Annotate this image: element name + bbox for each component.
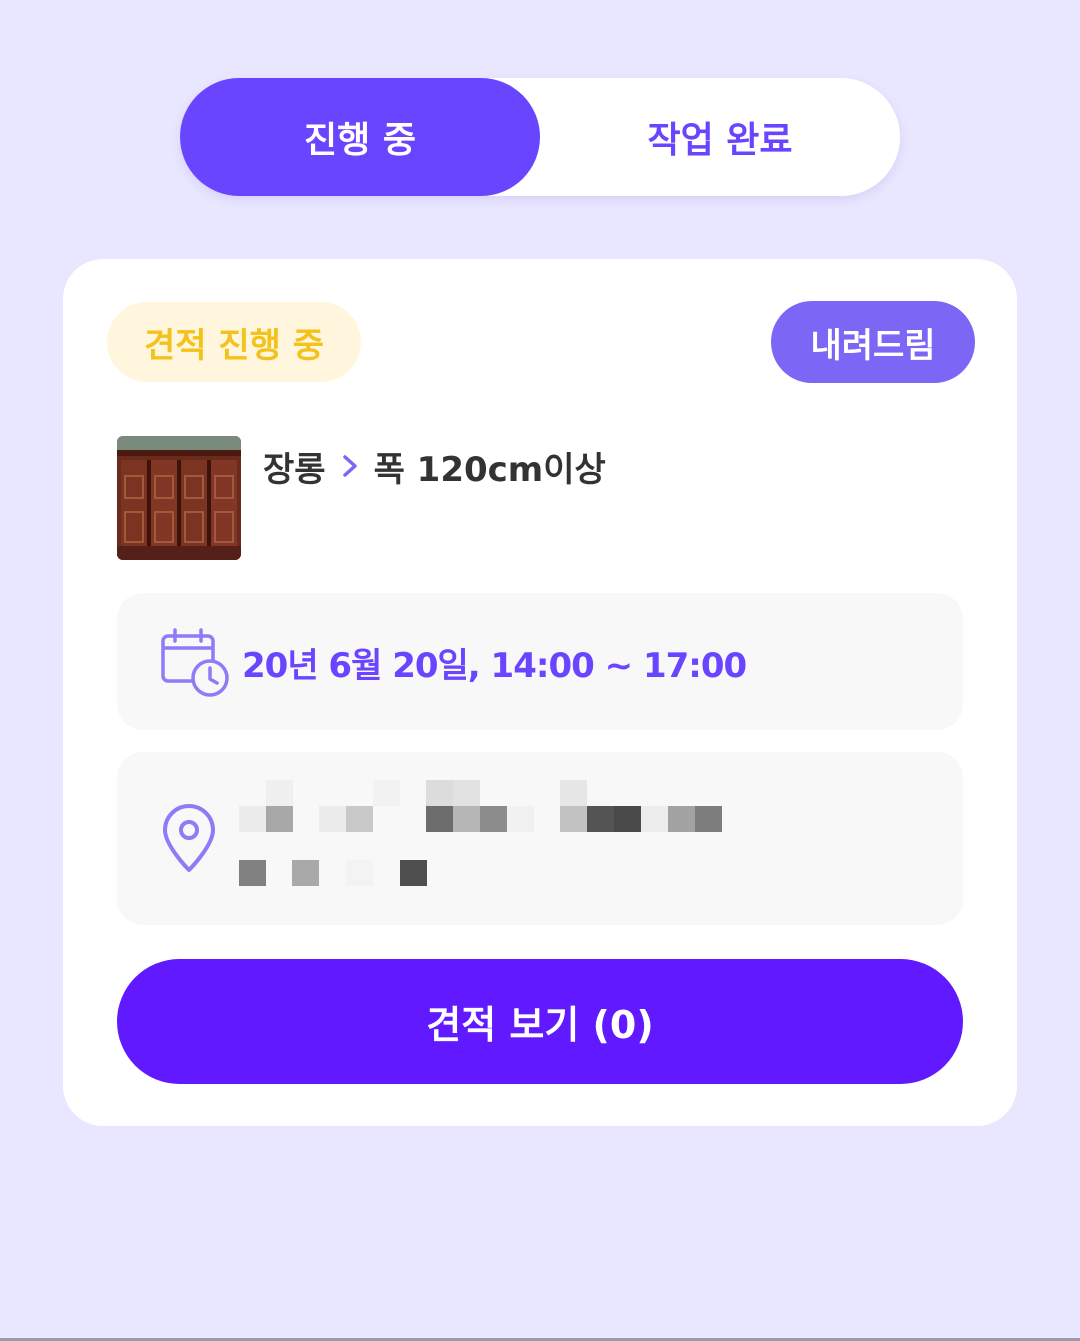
status-badge: 견적 진행 중 <box>107 302 361 382</box>
tab-completed[interactable]: 작업 완료 <box>540 78 900 196</box>
schedule-box: 20년 6월 20일, 14:00 ~ 17:00 <box>117 593 963 730</box>
view-quotes-button[interactable]: 견적 보기 (0) <box>117 959 963 1084</box>
chevron-right-icon <box>342 455 357 477</box>
request-card[interactable]: 견적 진행 중 내려드림 장롱 폭 120cm이상 20년 6월 20일, 14… <box>63 259 1017 1126</box>
status-tab-toggle: 진행 중 작업 완료 <box>180 78 900 196</box>
item-thumbnail <box>117 436 241 560</box>
location-pin-icon <box>163 804 215 872</box>
category-main: 장롱 <box>263 449 326 490</box>
address-text-blurred <box>239 778 739 898</box>
item-category-breadcrumb: 장롱 폭 120cm이상 <box>263 441 606 491</box>
tab-in-progress[interactable]: 진행 중 <box>180 78 540 196</box>
address-box <box>117 752 963 925</box>
delivery-badge: 내려드림 <box>771 301 975 383</box>
schedule-text: 20년 6월 20일, 14:00 ~ 17:00 <box>242 645 747 686</box>
category-sub: 폭 120cm이상 <box>373 449 606 490</box>
calendar-clock-icon <box>161 628 229 697</box>
